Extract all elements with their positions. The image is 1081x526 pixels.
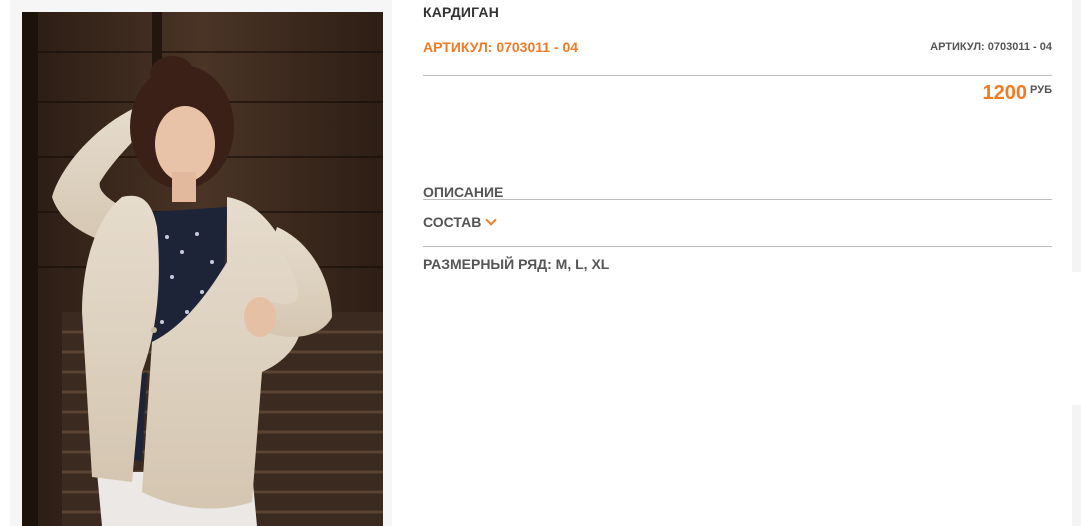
product-sku-secondary: АРТИКУЛ: 0703011 - 04 [930, 41, 1052, 53]
composition-label: СОСТАВ [423, 214, 482, 230]
composition-toggle[interactable]: СОСТАВ [423, 214, 497, 230]
price-currency: РУБ [1030, 84, 1052, 96]
product-photo-image [22, 12, 383, 526]
size-range: РАЗМЕРНЫЙ РЯД: M, L, XL [423, 256, 610, 272]
product-photo[interactable] [22, 12, 383, 526]
product-sku: АРТИКУЛ: 0703011 - 04 [423, 39, 579, 55]
description-tab[interactable]: ОПИСАНИЕ [423, 184, 503, 200]
scrollbar-track-lower[interactable] [1072, 405, 1081, 526]
divider [423, 199, 1052, 200]
divider [423, 75, 1052, 76]
product-info: КАРДИГАН АРТИКУЛ: 0703011 - 04 АРТИКУЛ: … [423, 0, 1052, 526]
product-title: КАРДИГАН [423, 4, 500, 20]
chevron-down-icon [485, 214, 497, 226]
price-block: 1200 РУБ [983, 82, 1052, 105]
scrollbar-track[interactable] [1072, 0, 1081, 272]
product-price: 1200 [982, 82, 1028, 104]
divider [423, 246, 1052, 247]
